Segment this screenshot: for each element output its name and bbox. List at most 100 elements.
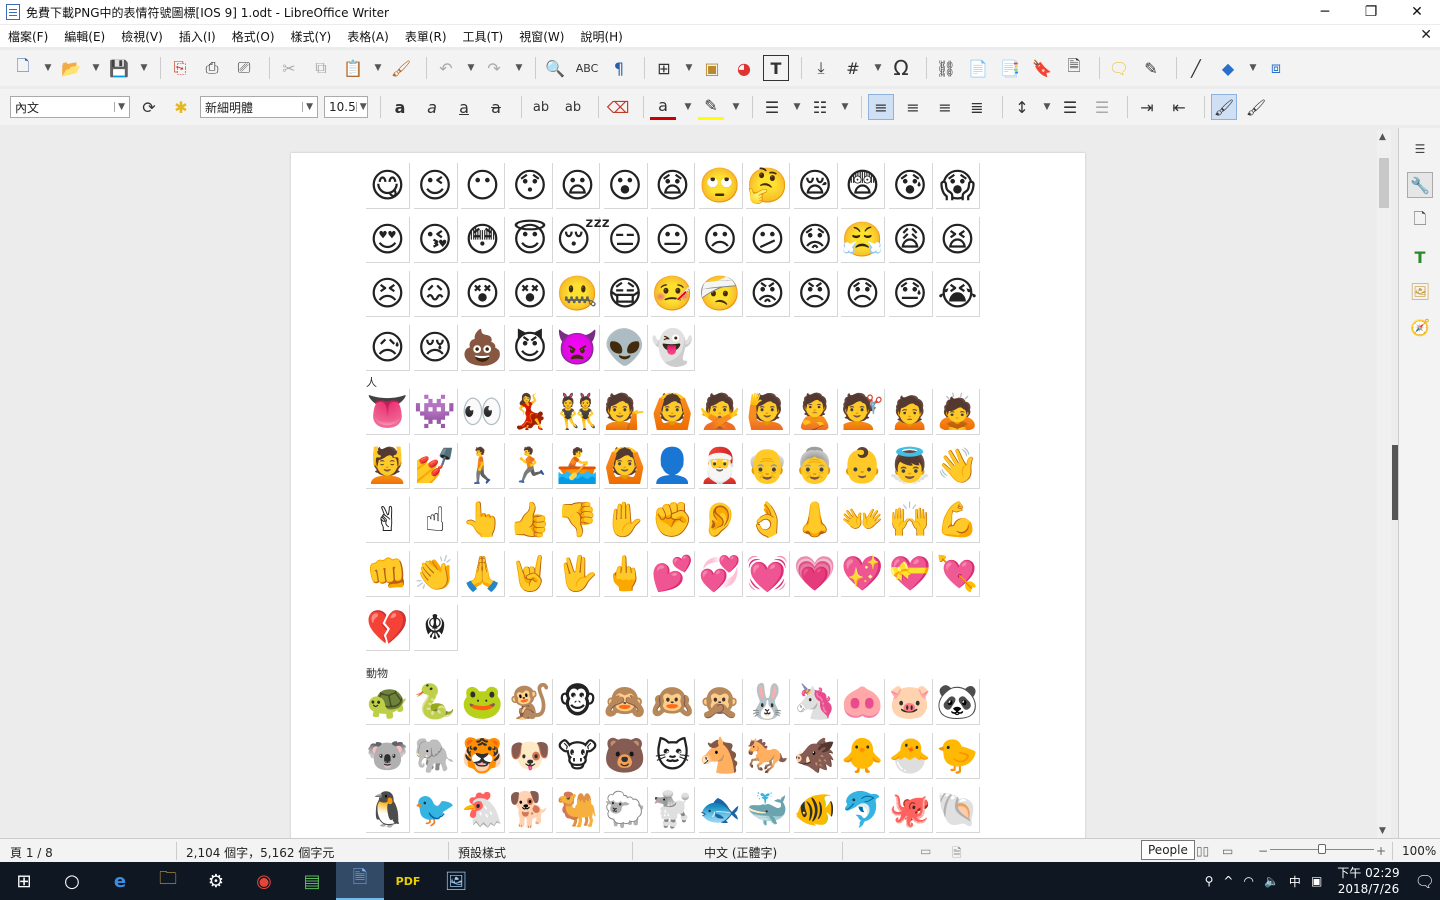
emoji-image[interactable]: 🐑 — [603, 787, 648, 833]
language-status[interactable]: 中文 (正體字) — [704, 844, 777, 861]
emoji-image[interactable]: 👾 — [413, 389, 458, 435]
bullet-list-icon[interactable]: ☰ — [759, 94, 785, 120]
emoji-image[interactable]: 💓 — [746, 551, 790, 597]
page-style[interactable]: 預設樣式 — [458, 844, 506, 861]
emoji-image[interactable]: 😷 — [603, 271, 648, 317]
emoji-image[interactable]: 💝 — [888, 551, 933, 597]
emoji-image[interactable]: 😮 — [603, 163, 648, 209]
table-dropdown-icon[interactable]: ▼ — [683, 55, 695, 81]
sidebar-menu-icon[interactable]: ☰ — [1407, 136, 1433, 162]
shapes-dropdown-icon[interactable]: ▼ — [1247, 55, 1259, 81]
emoji-image[interactable]: 👌 — [746, 497, 790, 543]
emoji-image[interactable]: 🙉 — [651, 679, 695, 725]
emoji-image[interactable]: 😥 — [366, 325, 410, 371]
insert-image-icon[interactable]: ▣ — [699, 55, 725, 81]
emoji-image[interactable]: 💕 — [651, 551, 695, 597]
scroll-thumb[interactable] — [1379, 158, 1389, 208]
emoji-image[interactable]: ☹ — [698, 217, 743, 263]
menu-tools[interactable]: 工具(T) — [463, 28, 504, 45]
redo-icon[interactable]: ↷ — [481, 55, 507, 81]
emoji-image[interactable]: ☝ — [413, 497, 458, 543]
emoji-image[interactable]: 🦄 — [793, 679, 838, 725]
insert-hyperlink-icon[interactable]: ⛓ — [933, 55, 959, 81]
edge-browser-icon[interactable]: e — [96, 862, 144, 900]
emoji-image[interactable]: 😈 — [508, 325, 553, 371]
emoji-image[interactable]: 🖕 — [603, 551, 648, 597]
emoji-image[interactable]: 😱 — [936, 163, 980, 209]
emoji-image[interactable]: 🖖 — [556, 551, 600, 597]
emoji-image[interactable]: 🐒 — [508, 679, 553, 725]
emoji-image[interactable]: 💃 — [508, 389, 553, 435]
volume-icon[interactable]: 🔈 — [1264, 874, 1279, 888]
emoji-image[interactable]: 🐢 — [366, 679, 410, 725]
insert-cross-reference-icon[interactable]: 🗎 — [1061, 55, 1087, 81]
emoji-image[interactable]: 🤕 — [698, 271, 743, 317]
emoji-image[interactable]: 🙅 — [698, 389, 743, 435]
emoji-image[interactable]: 🐠 — [793, 787, 838, 833]
emoji-image[interactable]: 🙏 — [461, 551, 505, 597]
emoji-image[interactable]: 😭 — [936, 271, 980, 317]
navigator-icon[interactable]: 🧭 — [1407, 314, 1433, 340]
insert-line-icon[interactable]: ╱ — [1183, 55, 1209, 81]
emoji-image[interactable]: 👯 — [556, 389, 600, 435]
emoji-image[interactable]: 💩 — [461, 325, 505, 371]
update-style-icon[interactable]: ⟳ — [136, 94, 162, 120]
emoji-image[interactable]: 🐯 — [461, 733, 505, 779]
open-folder-icon[interactable]: 📂 — [58, 55, 84, 81]
highlight-color-icon[interactable]: ✎ — [698, 94, 724, 120]
emoji-image[interactable]: 👿 — [556, 325, 600, 371]
find-replace-icon[interactable]: 🔍 — [542, 55, 568, 81]
emoji-image[interactable]: 🐘 — [413, 733, 458, 779]
insert-comment-icon[interactable]: 🗨 — [1106, 55, 1132, 81]
emoji-image[interactable]: 🐕 — [508, 787, 553, 833]
restore-button[interactable]: ❐ — [1348, 0, 1394, 24]
emoji-image[interactable]: 🙄 — [698, 163, 743, 209]
emoji-image[interactable]: 🙍 — [888, 389, 933, 435]
document-canvas[interactable]: 😋 😉 😶 😯 😦 😮 😧 🙄 🤔 😪 😨 😰 😱 😍 😘 😳 😇 😴 😑 😐 ☹ 😕 😟 😤 😩 😫 😣 😖 😵 😵 🤐 😷 🤒 🤕 😡 😠 😞 😓… — [0, 128, 1398, 838]
emoji-image[interactable]: 🐶 — [508, 733, 553, 779]
taskbar-clock[interactable]: 下午 02:29 2018/7/26 — [1337, 865, 1399, 897]
export-pdf-icon[interactable]: ⎘ — [167, 55, 193, 81]
windows-start-icon[interactable]: ⊞ — [0, 862, 48, 900]
emoji-image[interactable]: 👂 — [698, 497, 743, 543]
document-page[interactable]: 😋 😉 😶 😯 😦 😮 😧 🙄 🤔 😪 😨 😰 😱 😍 😘 😳 😇 😴 😑 😐 ☹ 😕 😟 😤 😩 😫 😣 😖 😵 😵 🤐 😷 🤒 🤕 😡 😠 😞 😓… — [291, 153, 1085, 838]
emoji-image[interactable]: 💗 — [793, 551, 838, 597]
emoji-image[interactable]: 👊 — [366, 551, 410, 597]
insert-bookmark-icon[interactable]: 🔖 — [1029, 55, 1055, 81]
emoji-image[interactable]: ✌ — [366, 497, 410, 543]
emoji-image[interactable]: 👏 — [413, 551, 458, 597]
emoji-image[interactable]: 🐙 — [888, 787, 933, 833]
emoji-image[interactable]: 🐟 — [698, 787, 743, 833]
font-name-select[interactable]: 新細明體 ▼ — [200, 96, 318, 118]
emoji-image[interactable]: 🙆 — [603, 443, 648, 489]
people-icon[interactable]: ⚲ — [1205, 874, 1214, 888]
emoji-image[interactable]: 🐧 — [366, 787, 410, 833]
formatting-marks-icon[interactable]: ¶ — [606, 55, 632, 81]
insert-textbox-icon[interactable]: T — [763, 55, 789, 81]
emoji-image[interactable]: 🐣 — [888, 733, 933, 779]
emoji-image[interactable]: 🐻 — [603, 733, 648, 779]
libreoffice-writer-icon[interactable]: 🗎 — [336, 862, 384, 900]
draw-functions-icon[interactable]: ⧈ — [1263, 55, 1289, 81]
menu-styles[interactable]: 樣式(Y) — [291, 28, 332, 45]
emoji-image[interactable]: 💁 — [603, 389, 648, 435]
emoji-image[interactable]: 👼 — [888, 443, 933, 489]
emoji-image[interactable]: 🚶 — [461, 443, 505, 489]
minimize-button[interactable]: ─ — [1302, 0, 1348, 24]
image-viewer-icon[interactable]: 🖼 — [432, 862, 480, 900]
emoji-image[interactable]: 👽 — [603, 325, 648, 371]
emoji-image[interactable]: 🐴 — [698, 733, 743, 779]
emoji-image[interactable]: 💇 — [841, 389, 885, 435]
scroll-up-icon[interactable]: ▲ — [1379, 132, 1386, 142]
menu-format[interactable]: 格式(O) — [232, 28, 275, 45]
emoji-image[interactable]: 👎 — [556, 497, 600, 543]
emoji-image[interactable]: 🐮 — [556, 733, 600, 779]
numbered-list-icon[interactable]: ☷ — [807, 94, 833, 120]
print-preview-icon[interactable]: ⎚ — [231, 55, 257, 81]
emoji-image[interactable]: 🐤 — [936, 733, 980, 779]
emoji-image[interactable]: 💅 — [413, 443, 458, 489]
font-color-icon[interactable]: a — [650, 94, 676, 120]
increase-indent-icon[interactable]: ⇥ — [1134, 94, 1160, 120]
emoji-image[interactable]: 😯 — [508, 163, 553, 209]
emoji-image[interactable]: 🤔 — [746, 163, 790, 209]
